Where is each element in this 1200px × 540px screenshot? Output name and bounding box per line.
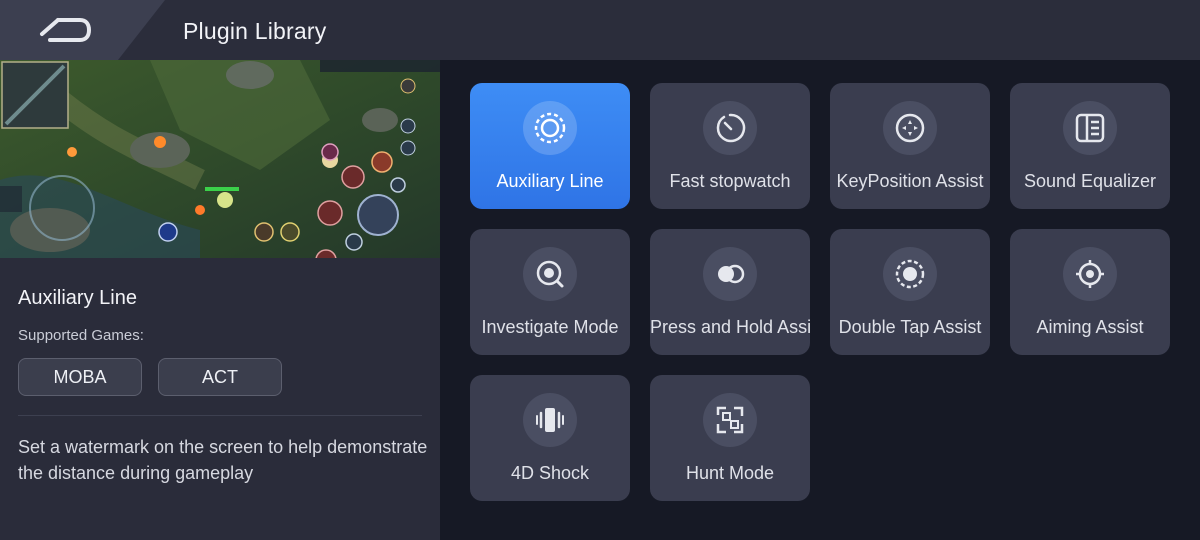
hunt-mode-icon [703,393,757,447]
game-tag-moba: MOBA [18,358,142,396]
plugin-card-auxiliary-line[interactable]: Auxiliary Line [470,83,630,209]
plugin-card-aiming-assist[interactable]: Aiming Assist [1010,229,1170,355]
plugin-card-sound-equalizer[interactable]: Sound Equalizer [1010,83,1170,209]
plugin-card-label: KeyPosition Assist [836,171,984,191]
plugin-card-label: Aiming Assist [1036,317,1144,337]
plugin-card-label: Fast stopwatch [669,171,791,191]
header-bar: Plugin Library [0,0,1200,60]
auxiliary-line-icon [523,101,577,155]
gameplay-preview-image [0,60,440,258]
plugin-card-label: Press and Hold Assist [650,317,810,337]
plugin-card-double-tap-assist[interactable]: Double Tap Assist [830,229,990,355]
plugin-card-label: 4D Shock [510,463,590,483]
supported-games-label: Supported Games: [18,327,144,344]
plugin-card-4d-shock[interactable]: 4D Shock [470,375,630,501]
plugin-description: Set a watermark on the screen to help de… [18,437,428,483]
back-button[interactable] [0,0,165,60]
plugin-card-investigate-mode[interactable]: Investigate Mode [470,229,630,355]
plugin-card-label: Hunt Mode [685,463,775,483]
plugin-card-hunt-mode[interactable]: Hunt Mode [650,375,810,501]
plugin-card-label: Double Tap Assist [838,317,982,337]
key-position-icon [883,101,937,155]
equalizer-icon [1063,101,1117,155]
press-hold-icon [703,247,757,301]
plugin-detail-panel: Auxiliary Line Supported Games: MOBA ACT… [0,60,440,540]
plugin-card-keyposition-assist[interactable]: KeyPosition Assist [830,83,990,209]
vibration-icon [523,393,577,447]
investigate-icon [523,247,577,301]
plugin-card-fast-stopwatch[interactable]: Fast stopwatch [650,83,810,209]
plugin-card-press-and-hold-assist[interactable]: Press and Hold Assist [650,229,810,355]
plugin-card-label: Investigate Mode [481,317,619,337]
game-tag-act: ACT [158,358,282,396]
stopwatch-icon [703,101,757,155]
divider [18,415,422,416]
plugin-card-label: Auxiliary Line [496,171,604,191]
crosshair-icon [1063,247,1117,301]
double-tap-icon [883,247,937,301]
page-title: Plugin Library [183,18,327,44]
plugin-detail-title: Auxiliary Line [18,287,137,309]
plugin-card-label: Sound Equalizer [1023,171,1157,191]
